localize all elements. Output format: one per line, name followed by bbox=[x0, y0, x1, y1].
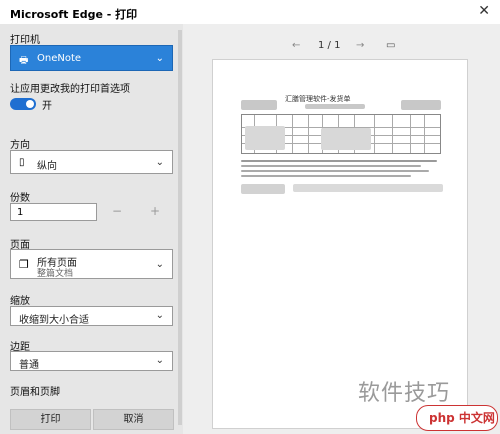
margins-value: 普通 bbox=[19, 360, 39, 371]
pages-select[interactable]: ❐ 所有页面 整篇文档 ⌄ bbox=[10, 249, 173, 279]
app-prefs-toggle[interactable] bbox=[10, 98, 36, 110]
page-indicator: 1 / 1 bbox=[318, 40, 341, 51]
chevron-down-icon: ⌄ bbox=[155, 157, 164, 168]
pages-subvalue: 整篇文档 bbox=[37, 269, 74, 279]
cancel-button[interactable]: 取消 bbox=[93, 409, 174, 430]
chevron-down-icon: ⌄ bbox=[155, 310, 164, 321]
app-prefs-state: 开 bbox=[42, 101, 52, 112]
pages-icon: ❐ bbox=[19, 258, 29, 271]
printer-icon: 🖶 bbox=[19, 55, 29, 66]
prev-page-icon[interactable]: ← bbox=[292, 40, 300, 51]
logo-text: php 中文网 bbox=[429, 411, 495, 425]
site-logo: php 中文网 bbox=[416, 405, 498, 431]
copies-increment-button[interactable]: + bbox=[150, 204, 160, 218]
app-prefs-label: 让应用更改我的打印首选项 bbox=[10, 84, 130, 95]
chevron-down-icon: ⌄ bbox=[155, 53, 164, 64]
fit-page-icon[interactable]: ▭ bbox=[386, 40, 395, 51]
orientation-label: 方向 bbox=[10, 140, 30, 151]
copies-input[interactable]: 1 bbox=[10, 203, 97, 221]
chevron-down-icon: ⌄ bbox=[155, 355, 164, 366]
page-preview: 汇膳管理软件-发货单 bbox=[212, 59, 468, 429]
header-footer-label: 页眉和页脚 bbox=[10, 387, 60, 398]
watermark-text: 软件技巧 bbox=[358, 381, 451, 406]
scale-label: 缩放 bbox=[10, 296, 30, 307]
copies-label: 份数 bbox=[10, 193, 30, 204]
printer-value: OneNote bbox=[37, 53, 82, 64]
printer-label: 打印机 bbox=[10, 35, 40, 46]
copies-decrement-button[interactable]: − bbox=[112, 204, 122, 218]
margins-select[interactable]: 普通 ⌄ bbox=[10, 351, 173, 371]
scale-select[interactable]: 收缩到大小合适 ⌄ bbox=[10, 306, 173, 326]
close-icon[interactable]: ✕ bbox=[478, 3, 490, 19]
next-page-icon[interactable]: → bbox=[356, 40, 364, 51]
copies-value: 1 bbox=[17, 207, 24, 218]
scale-value: 收缩到大小合适 bbox=[19, 315, 89, 326]
window-title: Microsoft Edge - 打印 bbox=[10, 8, 138, 21]
orientation-value: 纵向 bbox=[37, 161, 57, 172]
preview-doc-title: 汇膳管理软件-发货单 bbox=[285, 95, 351, 103]
title-bar: Microsoft Edge - 打印 ✕ bbox=[0, 0, 500, 24]
settings-scrollbar[interactable] bbox=[178, 30, 182, 425]
chevron-down-icon: ⌄ bbox=[155, 259, 164, 270]
printer-select[interactable]: 🖶 OneNote ⌄ bbox=[10, 45, 173, 71]
document-icon: ▯ bbox=[19, 157, 25, 168]
orientation-select[interactable]: ▯ 纵向 ⌄ bbox=[10, 150, 173, 174]
print-button[interactable]: 打印 bbox=[10, 409, 91, 430]
